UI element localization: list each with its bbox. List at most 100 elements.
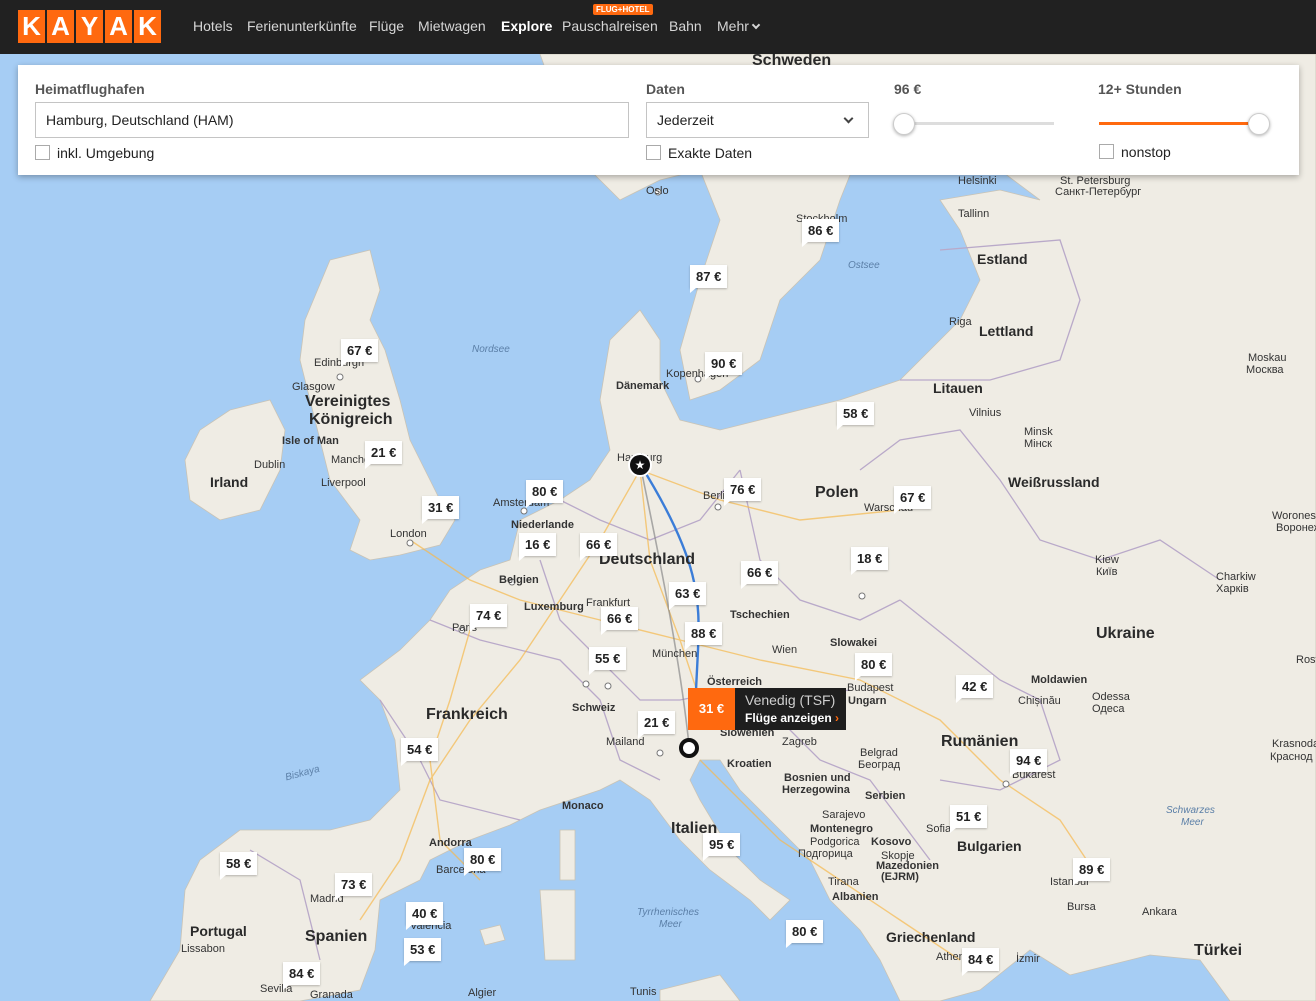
map-label-country: Isle of Man — [282, 435, 339, 447]
price-slider-handle[interactable] — [893, 113, 915, 135]
destination-marker-icon[interactable] — [679, 738, 699, 758]
nav-mietwagen[interactable]: Mietwagen — [418, 18, 486, 34]
price-tag[interactable]: 84 € — [283, 962, 321, 990]
price-tag[interactable]: 66 € — [601, 607, 639, 635]
price-tag[interactable]: 84 € — [962, 948, 1000, 976]
duration-slider-track[interactable] — [1099, 122, 1248, 125]
search-panel: Heimatflughafen inkl. Umgebung Daten Jed… — [18, 65, 1299, 175]
price-tag[interactable]: 51 € — [950, 805, 988, 833]
price-tag[interactable]: 88 € — [685, 622, 723, 650]
map-label-country: Tschechien — [730, 609, 790, 621]
map-label-city: Tirana — [828, 876, 859, 888]
price-tag[interactable]: 66 € — [741, 561, 779, 589]
nearby-checkbox[interactable] — [35, 145, 50, 160]
price-tag[interactable]: 95 € — [703, 833, 741, 861]
map-label-city: Воронеж — [1276, 522, 1316, 534]
map-label-country: Frankreich — [426, 706, 508, 723]
nav-explore[interactable]: Explore — [501, 18, 552, 34]
price-tag[interactable]: 73 € — [335, 873, 373, 901]
nearby-label: inkl. Umgebung — [57, 145, 155, 161]
logo-letter: K — [134, 10, 161, 43]
price-tag[interactable]: 80 € — [526, 480, 564, 508]
map-label-city: Chișinău — [1018, 695, 1061, 707]
map-label-country: Herzegowina — [782, 784, 850, 796]
price-tag[interactable]: 55 € — [589, 647, 627, 675]
price-tag[interactable]: 87 € — [690, 265, 728, 293]
nonstop-checkbox[interactable] — [1099, 144, 1114, 159]
nonstop-label: nonstop — [1121, 144, 1171, 160]
nav-mehr-label[interactable]: Mehr — [717, 18, 749, 34]
exact-dates-checkbox[interactable] — [646, 145, 661, 160]
map-label-sea: Meer — [659, 919, 682, 930]
show-flights-label[interactable]: Flüge anzeigen — [745, 711, 832, 725]
home-airport-input[interactable] — [35, 102, 629, 138]
map-label-city: Мінск — [1024, 438, 1052, 450]
map-label-city: Bursa — [1067, 901, 1096, 913]
nav-mehr[interactable]: Mehr — [717, 18, 761, 34]
nav-bahn[interactable]: Bahn — [669, 18, 702, 34]
price-slider-track[interactable] — [902, 122, 1054, 125]
map-label-country: Luxemburg — [524, 601, 584, 613]
map-label-city: Skopje — [881, 850, 915, 862]
price-tag[interactable]: 53 € — [404, 938, 442, 966]
map-label-city: Lissabon — [181, 943, 226, 955]
origin-star-icon[interactable]: ★ — [628, 453, 652, 477]
map-label-country: Belgien — [499, 574, 539, 586]
chevron-down-icon — [751, 20, 761, 30]
price-tag[interactable]: 40 € — [406, 902, 444, 930]
map-label-sea: Ostsee — [848, 260, 880, 271]
price-tag[interactable]: 66 € — [580, 533, 618, 561]
price-tag[interactable]: 94 € — [1010, 749, 1048, 777]
map-label-city: Москва — [1246, 364, 1284, 376]
kayak-logo[interactable]: K A Y A K — [18, 10, 161, 43]
map-label-country: Königreich — [309, 411, 393, 428]
price-tag[interactable]: 58 € — [837, 402, 875, 430]
map-label-country: Albanien — [832, 891, 879, 903]
nav-fluege[interactable]: Flüge — [369, 18, 404, 34]
map-label-city: Sofia — [926, 823, 952, 835]
map-label-city: Харків — [1216, 583, 1249, 595]
price-tag[interactable]: 67 € — [894, 486, 932, 514]
price-tag[interactable]: 76 € — [724, 478, 762, 506]
map-label-city: Granada — [310, 989, 353, 1001]
nav-pauschalreisen[interactable]: Pauschalreisen — [562, 18, 658, 34]
price-tag[interactable]: 42 € — [956, 675, 994, 703]
map-label-country: Dänemark — [616, 380, 670, 392]
map-label-city: Algier — [468, 987, 497, 999]
popup-info[interactable]: Venedig (TSF) Flüge anzeigen › — [735, 688, 846, 730]
price-tag[interactable]: 18 € — [851, 547, 889, 575]
price-tag[interactable]: 80 € — [786, 920, 824, 948]
popup-destination: Venedig (TSF) — [745, 692, 836, 708]
price-tag[interactable]: 63 € — [669, 582, 707, 610]
map-label-city: Санкт-Петербург — [1055, 186, 1142, 198]
price-tag[interactable]: 74 € — [470, 604, 508, 632]
popup-price[interactable]: 31 € — [688, 688, 735, 730]
price-tag[interactable]: 21 € — [365, 441, 403, 469]
map-label-city: Minsk — [1024, 426, 1053, 438]
map-label-city: Belgrad — [860, 747, 898, 759]
price-tag[interactable]: 31 € — [422, 496, 460, 524]
price-tag[interactable]: 80 € — [464, 848, 502, 876]
nav-hotels[interactable]: Hotels — [193, 18, 233, 34]
price-tag[interactable]: 86 € — [802, 219, 840, 247]
price-tag[interactable]: 58 € — [220, 852, 258, 880]
price-tag[interactable]: 80 € — [855, 653, 893, 681]
show-flights-link[interactable]: Flüge anzeigen › — [745, 711, 839, 725]
map-label-city: Riga — [949, 316, 972, 328]
map-label-country: Serbien — [865, 790, 906, 802]
price-tag[interactable]: 90 € — [705, 352, 743, 380]
map-label-city: Одеса — [1092, 703, 1125, 715]
price-tag[interactable]: 54 € — [401, 738, 439, 766]
nav-ferienunterkuenfte[interactable]: Ferienunterkünfte — [247, 18, 357, 34]
map-label-city: Ankara — [1142, 906, 1177, 918]
price-tag[interactable]: 16 € — [519, 533, 557, 561]
map-label-city: Wien — [772, 644, 798, 656]
price-tag[interactable]: 89 € — [1073, 858, 1111, 886]
price-tag[interactable]: 21 € — [638, 711, 676, 739]
dates-label: Daten — [646, 81, 685, 97]
duration-slider-handle[interactable] — [1248, 113, 1270, 135]
selected-destination-popup[interactable]: 31 € Venedig (TSF) Flüge anzeigen › — [688, 688, 846, 730]
dates-select[interactable]: Jederzeit — [646, 102, 869, 138]
price-tag[interactable]: 67 € — [341, 339, 379, 367]
map-label-city: Liverpool — [321, 477, 366, 489]
